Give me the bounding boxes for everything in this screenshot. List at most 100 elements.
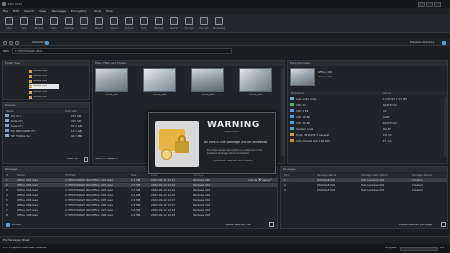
options-icon xyxy=(125,17,133,25)
info-row: SHA (Digest size 128 Bit) F7..1A xyxy=(288,139,447,143)
thumbnail-office-003[interactable] xyxy=(191,68,224,92)
path-input[interactable]: C:\TEST\IMAGE 000\... xyxy=(12,48,232,54)
delete-icon[interactable] xyxy=(269,222,274,227)
back-arrow-icon[interactable] xyxy=(3,40,7,45)
thumbnail-office-001[interactable] xyxy=(95,68,128,92)
menu-tools[interactable]: Tools xyxy=(94,10,101,13)
tree-node-3-selected[interactable]: IMAGE 003 xyxy=(29,84,59,89)
menu-packages[interactable]: Packages xyxy=(52,10,66,13)
previous-directory-icon[interactable] xyxy=(442,40,446,45)
table-row[interactable]: 7 Office_007.jpeg C:\TEST\IMAGE 000\Office… xyxy=(3,208,277,212)
table-row[interactable]: 2 PACKAGE 002 Test package 002 Created xyxy=(281,183,447,187)
thumbnail-office-004[interactable] xyxy=(239,68,272,92)
toolbar-scan-button[interactable]: Scan xyxy=(48,16,60,31)
toolbar-save-button[interactable]: Save xyxy=(18,16,30,31)
tree-node-5[interactable]: IMAGE 005 xyxy=(29,95,59,99)
toolbar-report-button[interactable]: Report xyxy=(93,16,105,31)
menu-file[interactable]: File xyxy=(3,10,8,13)
thumbnail-office-002[interactable] xyxy=(143,68,176,92)
app-logo-icon xyxy=(2,2,6,6)
toolbar-decrypt-button[interactable]: Decrypt xyxy=(198,16,210,31)
toolbar-encrypt-button[interactable]: Encrypt xyxy=(183,16,195,31)
toolbar-settings-button[interactable]: Settings xyxy=(63,16,75,31)
close-button[interactable] xyxy=(434,2,441,7)
tree-node-2[interactable]: IMAGE 002 xyxy=(29,79,59,83)
table-row[interactable]: 3 PACKAGE 003 Test package 003 Created xyxy=(281,188,447,192)
toolbar-open-button[interactable]: Open xyxy=(3,16,15,31)
info-row: CRC 16 Bit 3A9F xyxy=(288,115,447,119)
forward-arrow-icon[interactable] xyxy=(9,40,13,45)
menu-help[interactable]: Help xyxy=(106,10,113,13)
device-row[interactable]: OS (C:) 227 GB xyxy=(3,114,89,118)
refresh-icon[interactable] xyxy=(15,40,19,45)
menu-view[interactable]: View xyxy=(39,10,46,13)
toolbar-shredding-button[interactable]: Shredding xyxy=(213,16,225,31)
delete-icon[interactable] xyxy=(441,222,446,227)
toolbar-upload-button[interactable]: Upload xyxy=(168,16,180,31)
table-row[interactable]: 6 Office_006.jpeg C:\TEST\IMAGE 000\Office… xyxy=(3,203,277,207)
drive-icon xyxy=(5,129,9,132)
previous-directory-link[interactable]: Previous directory xyxy=(410,41,434,44)
tree-node-0[interactable]: IMAGE 000 xyxy=(29,69,59,73)
preview-caption: Office_001 xyxy=(318,71,333,74)
info-rows: Last write time 11/05/22 2:15 PM CRC 32 8A… xyxy=(288,97,447,157)
file-info-header: File information xyxy=(288,61,447,66)
actions-icon[interactable] xyxy=(6,223,10,227)
status-selection-text: 6 of 9 objects have been selected xyxy=(3,247,47,249)
save-reset-link[interactable]: Save to / Reset to xyxy=(95,158,118,161)
preview-image xyxy=(290,68,315,86)
delete-selected-files-link[interactable]: Delete selected files xyxy=(225,224,251,227)
scrollbar[interactable] xyxy=(444,97,447,157)
title-bar: DPS DI4S xyxy=(0,0,450,8)
delete-selected-packages-link[interactable]: Delete selected packages xyxy=(399,224,432,227)
actions-label[interactable]: Actions xyxy=(12,224,21,227)
devices-col-size: Free Size xyxy=(65,109,77,113)
toolbar-manage-button[interactable]: Manage xyxy=(153,16,165,31)
toolbar-tools-button[interactable]: Tools xyxy=(138,16,150,31)
device-row[interactable]: HP_RECOVERY (F:) 12.1 GB xyxy=(3,129,89,133)
packages-table-body: 1 PACKAGE 001 Test package 001 Created 2 PAC… xyxy=(281,178,447,198)
table-row[interactable]: 8 Office_008.jpeg C:\TEST\IMAGE 000\Office… xyxy=(3,213,277,217)
apply-icon[interactable]: ✓ xyxy=(269,178,273,182)
tree-node-4[interactable]: IMAGE 004 xyxy=(29,90,59,94)
table-row[interactable]: 1 PACKAGE 001 Test package 001 Created xyxy=(281,178,447,182)
shred-lock-illustration xyxy=(155,121,199,167)
cancel-button[interactable]: Cancel xyxy=(248,179,257,182)
toolbar-export-button[interactable]: Export xyxy=(108,16,120,31)
toolbar-shred-button[interactable]: Shred xyxy=(78,16,90,31)
open-bin-link[interactable]: Open Bin xyxy=(67,158,79,161)
device-row[interactable]: Data (D:) 415 GB xyxy=(3,119,89,123)
warning-message: All files in the package will be shredde… xyxy=(204,141,269,144)
device-row[interactable]: Data (E:) 87.1 GB xyxy=(3,124,89,128)
table-row[interactable]: 4 Office_004.jpeg C:\TEST\IMAGE 000\Office… xyxy=(3,193,277,197)
file-info-panel: File information Office_001 JPEG Image P… xyxy=(287,60,448,164)
table-row[interactable]: 3 Office_003.jpeg C:\TEST\IMAGE 000\Office… xyxy=(3,188,277,192)
table-row[interactable]: 5 Office_005.jpeg C:\TEST\IMAGE 000\Office… xyxy=(3,198,277,202)
bin-icon[interactable] xyxy=(84,157,88,162)
report-icon xyxy=(95,17,103,25)
folder-icon xyxy=(29,79,32,83)
table-row[interactable]: 2 Office_002.jpeg C:\TEST\IMAGE 000\Office… xyxy=(3,183,277,187)
progress-label: Progress xyxy=(385,247,397,249)
clock-icon xyxy=(290,97,294,100)
device-row[interactable]: HP_TOOLS (G:) 94.3 MB xyxy=(3,134,89,138)
warning-subtitle: System Alert xyxy=(224,131,239,133)
menu-encryption[interactable]: Encryption xyxy=(71,10,87,13)
drive-icon xyxy=(5,114,9,117)
sheet-tab-label[interactable]: File Packages Sheet xyxy=(3,239,30,242)
packages-column-header: Pkg Package Name Package Description Pac… xyxy=(281,173,447,177)
table-row[interactable]: 1 Office_001.jpeg C:\TEST\IMAGE 000\Office… xyxy=(3,178,277,182)
toolbar-browse-button[interactable]: Browse xyxy=(33,16,45,31)
shredding-toggle[interactable] xyxy=(45,40,49,45)
files-table-panel: Packages # Name Full Path Size Date Pack… xyxy=(2,166,278,229)
folder-tree-panel: Folder Tree IMAGE 000 IMAGE 001 IMAGE 00… xyxy=(2,60,90,100)
info-row: Last write time 11/05/22 2:15 PM xyxy=(288,97,447,101)
menu-search[interactable]: Search xyxy=(24,10,34,13)
maximize-button[interactable] xyxy=(426,2,433,7)
browse-icon xyxy=(35,17,43,25)
minimize-button[interactable] xyxy=(418,2,425,7)
scrollbar[interactable] xyxy=(281,68,284,156)
toolbar-options-button[interactable]: Options xyxy=(123,16,135,31)
menu-edit[interactable]: Edit xyxy=(13,10,19,13)
tree-node-1[interactable]: IMAGE 001 xyxy=(29,74,59,78)
